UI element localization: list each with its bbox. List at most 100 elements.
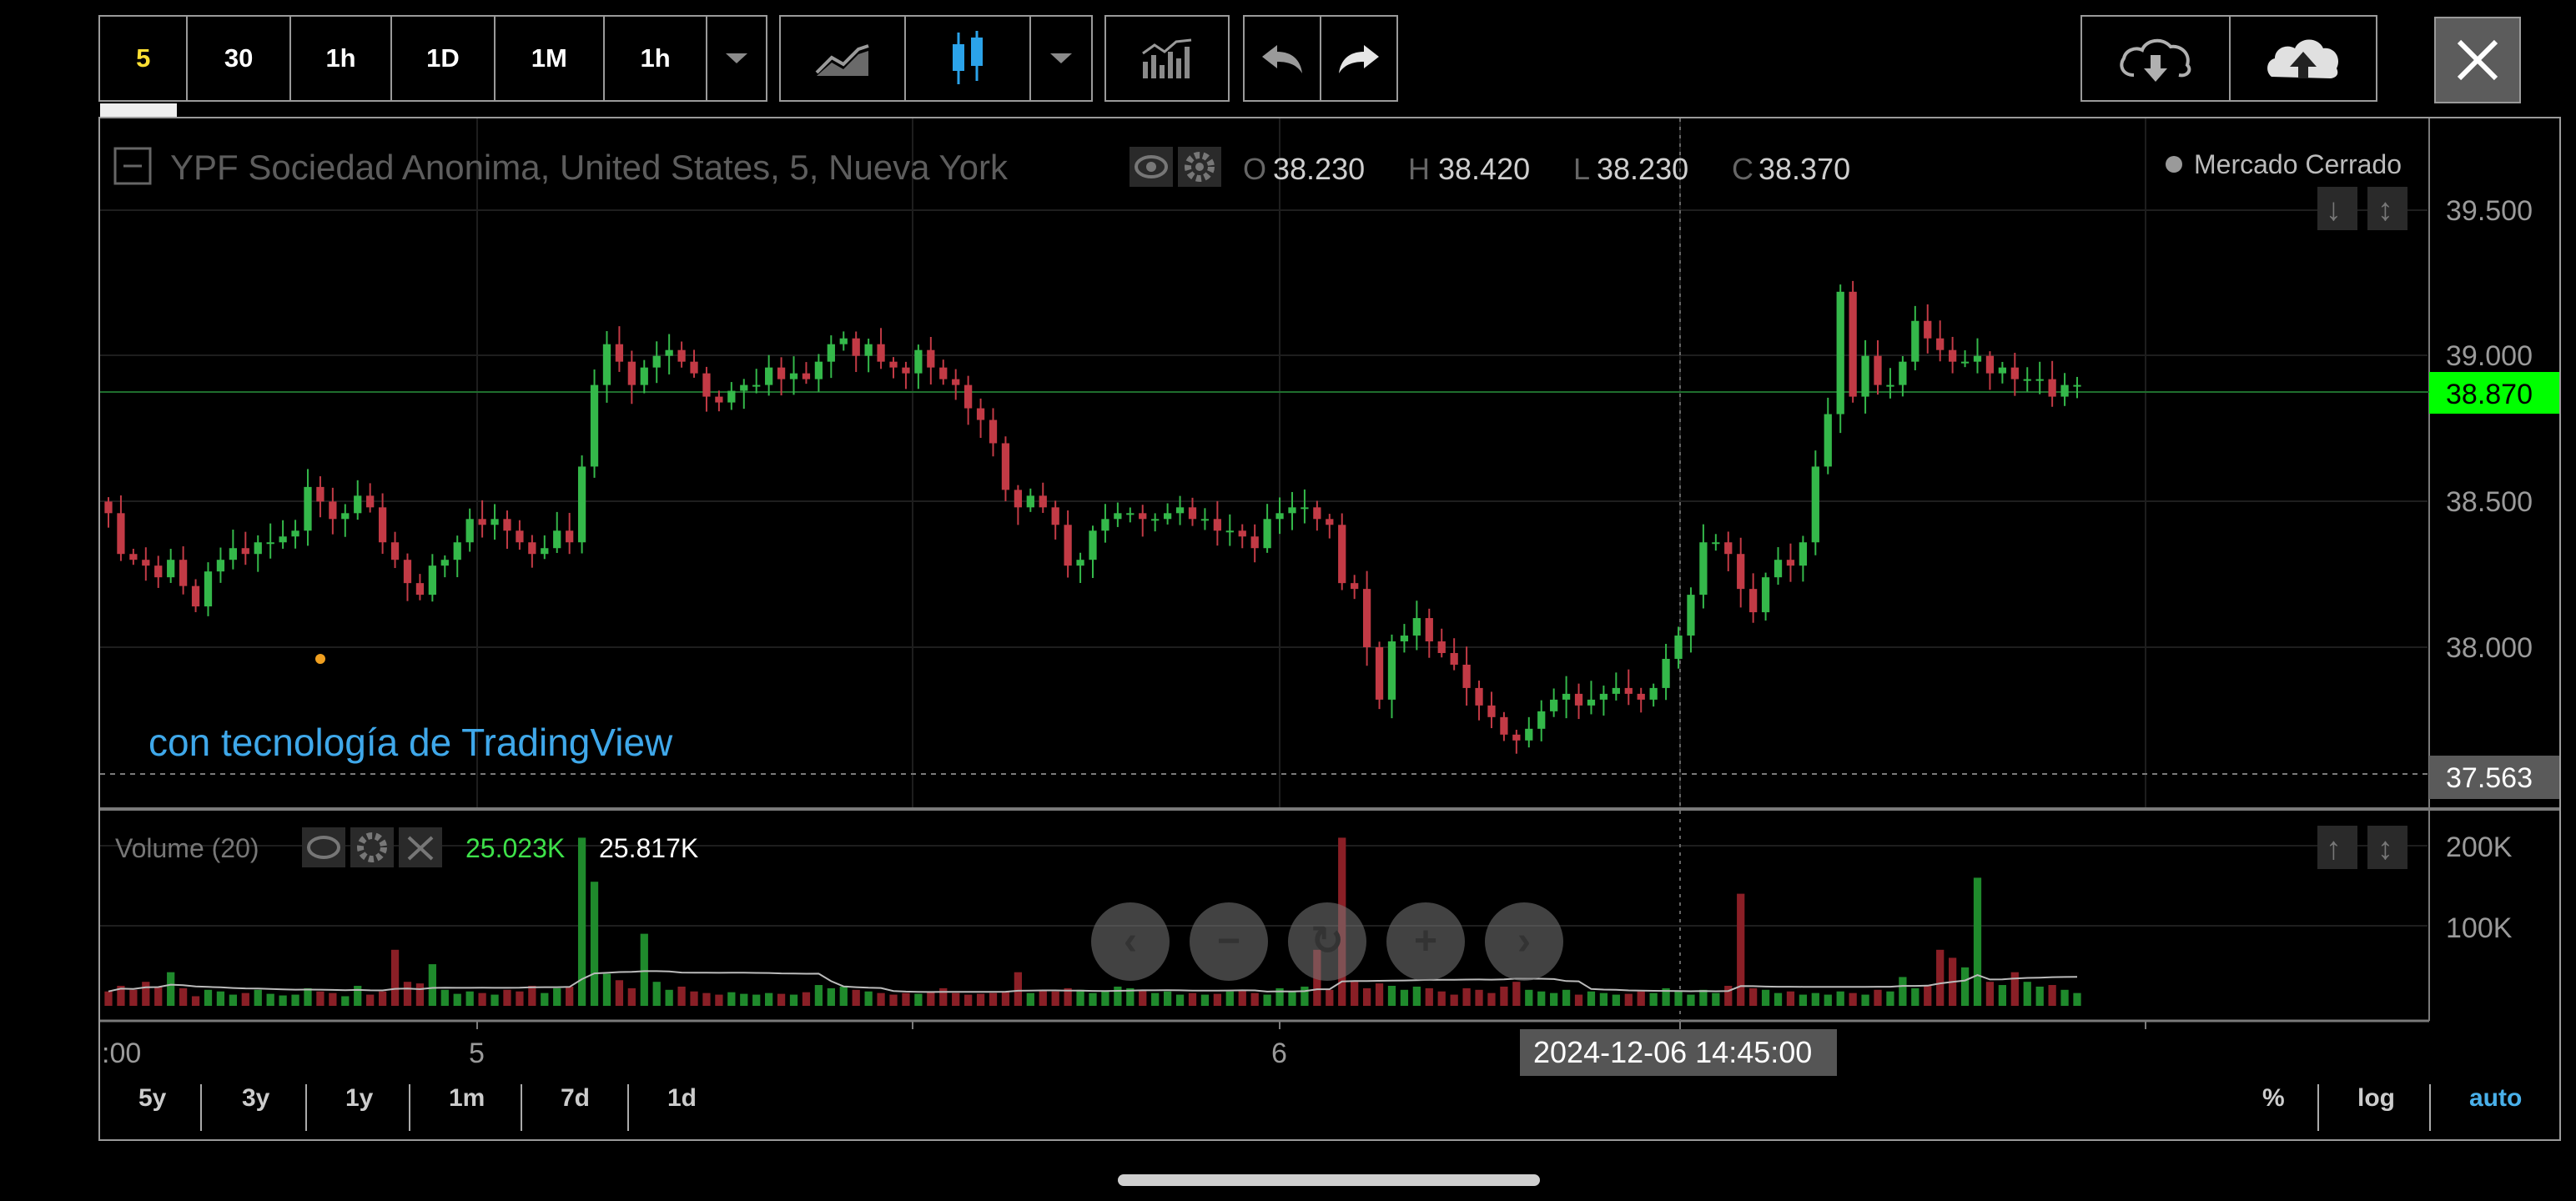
volume-bar <box>852 989 860 1006</box>
volume-bar <box>1175 994 1185 1006</box>
volume-bar <box>1562 989 1571 1006</box>
candle-body <box>927 349 935 368</box>
candle-body <box>316 486 325 502</box>
plus-icon: + <box>1413 919 1438 963</box>
volume-bar <box>1200 994 1210 1006</box>
candle-body <box>1064 525 1072 566</box>
candle-body <box>989 420 998 444</box>
candle-body <box>503 519 511 531</box>
volume-bar <box>366 994 375 1006</box>
candle-body <box>1761 577 1770 613</box>
candle-body <box>1437 641 1446 653</box>
crosshair-time-label: 2024-12-06 14:45:00 <box>1533 1035 1812 1069</box>
candle-body <box>777 367 786 379</box>
candle-body <box>1936 338 1945 350</box>
volume-bar <box>1288 991 1296 1006</box>
candle-body <box>428 565 436 595</box>
volume-bar <box>154 986 163 1006</box>
volume-bar <box>1936 949 1945 1006</box>
volume-bar <box>1525 989 1533 1006</box>
volume-bar <box>1213 993 1221 1006</box>
volume-bar <box>266 993 274 1006</box>
scroll-right-button[interactable]: › <box>1485 902 1563 981</box>
candle-body <box>266 542 274 545</box>
volume-bar <box>665 989 673 1006</box>
volume-bar <box>1737 893 1745 1006</box>
candle-body <box>590 384 599 467</box>
candle-body <box>566 530 574 543</box>
candle-body <box>553 530 561 549</box>
volume-bar <box>1437 991 1446 1006</box>
scale-log-button[interactable]: log <box>2357 1084 2395 1113</box>
volume-bar <box>1985 982 1995 1006</box>
volume-bar <box>1687 994 1695 1006</box>
candle-body <box>1026 495 1034 508</box>
candle-body <box>1749 589 1758 613</box>
candle-body <box>1674 636 1683 659</box>
scale-auto-button[interactable]: auto <box>2469 1084 2522 1113</box>
range-1m[interactable]: 1m <box>449 1084 485 1113</box>
candle-body <box>1849 291 1857 397</box>
volume-bar <box>1001 991 1010 1006</box>
candle-body <box>154 565 163 578</box>
candle-body <box>1263 519 1271 549</box>
candle-body <box>1911 320 1919 362</box>
reset-button[interactable]: ↻ <box>1288 902 1366 981</box>
candle-body <box>1811 466 1819 543</box>
volume-value-ma: 25.817K <box>599 833 698 863</box>
price-tick: 39.500 <box>2446 195 2533 227</box>
candle-body <box>1375 647 1384 700</box>
volume-bar <box>727 992 736 1006</box>
candle-body <box>1886 384 1894 387</box>
range-separator <box>305 1084 307 1131</box>
candle-body <box>877 344 885 362</box>
volume-bar <box>1387 986 1396 1006</box>
volume-bar <box>478 992 486 1006</box>
zoom-in-button[interactable]: + <box>1386 902 1465 981</box>
candle-body <box>1699 542 1708 595</box>
volume-bar <box>1475 989 1483 1006</box>
candle-body <box>1500 716 1508 735</box>
gear-icon-center <box>1195 163 1204 171</box>
volume-tick: 100K <box>2446 912 2513 944</box>
chart-svg[interactable]: 39.500 39.000 38.500 38.000 38.870 37.56… <box>0 0 2576 1201</box>
candle-body <box>1475 687 1483 706</box>
candle-body <box>516 530 524 543</box>
candle-body <box>2048 379 2056 397</box>
candle-body <box>1275 513 1284 520</box>
candle-body <box>1175 507 1185 514</box>
candle-body <box>378 507 387 543</box>
range-1y[interactable]: 1y <box>345 1084 373 1113</box>
candle-body <box>1425 618 1433 642</box>
volume-tick: 200K <box>2446 832 2513 863</box>
volume-bar <box>715 994 723 1006</box>
candle-body <box>839 338 848 344</box>
volume-bar <box>1886 991 1894 1006</box>
volume-bar <box>652 982 661 1006</box>
volume-bar <box>1849 992 1857 1006</box>
zoom-out-button[interactable]: − <box>1190 902 1268 981</box>
candle-body <box>1200 519 1210 521</box>
scale-percent-button[interactable]: % <box>2262 1084 2285 1113</box>
volume-bar <box>1375 983 1384 1006</box>
range-5y[interactable]: 5y <box>138 1084 166 1113</box>
volume-bar <box>1151 992 1160 1006</box>
volume-bar <box>1973 877 1982 1006</box>
scroll-left-button[interactable]: ‹ <box>1091 902 1170 981</box>
volume-bar <box>1774 992 1783 1006</box>
candle-body <box>1899 361 1907 385</box>
volume-bar <box>1400 989 1409 1006</box>
volume-bar <box>690 991 698 1006</box>
volume-bar <box>1114 986 1122 1006</box>
candle-body <box>615 344 624 362</box>
open-label: O <box>1243 152 1266 186</box>
home-indicator[interactable] <box>1118 1174 1540 1186</box>
range-7d[interactable]: 7d <box>561 1084 590 1113</box>
range-3y[interactable]: 3y <box>242 1084 269 1113</box>
tradingview-watermark[interactable]: con tecnología de TradingView <box>148 721 673 764</box>
range-1d[interactable]: 1d <box>667 1084 697 1113</box>
candle-body <box>864 344 873 356</box>
candle-body <box>1301 507 1309 510</box>
volume-bar <box>1301 986 1309 1006</box>
volume-bar <box>1425 987 1433 1006</box>
